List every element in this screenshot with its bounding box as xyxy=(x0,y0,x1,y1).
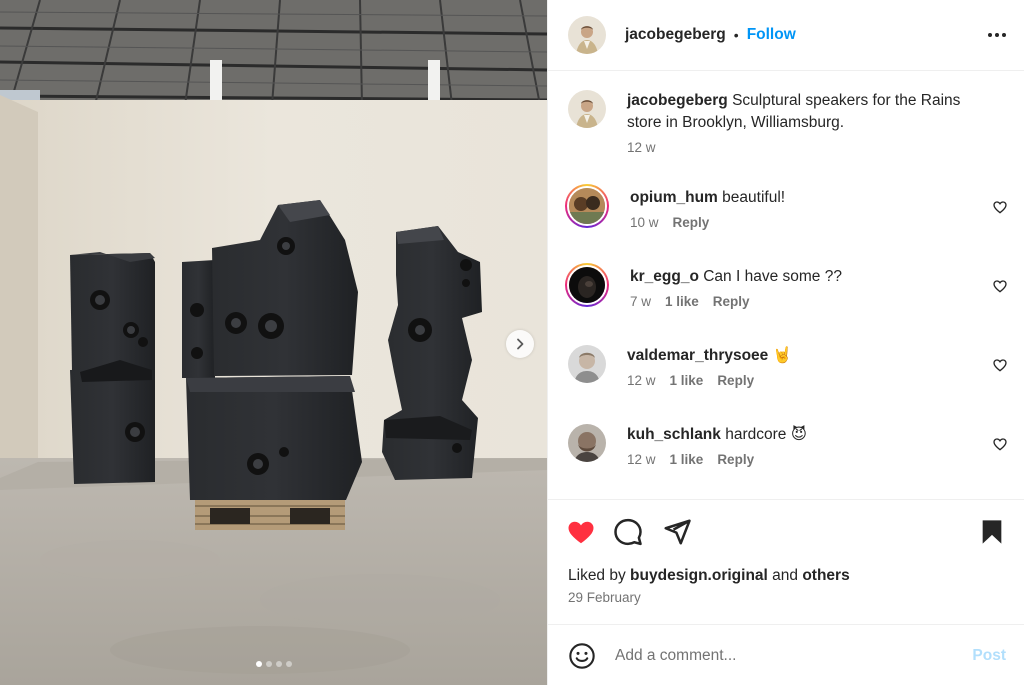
heart-outline-icon[interactable] xyxy=(992,436,1008,452)
comments-list[interactable]: jacobegeberg Sculptural speakers for the… xyxy=(548,72,1024,499)
comment-reply-button[interactable]: Reply xyxy=(673,215,710,230)
carousel-dot xyxy=(285,661,292,667)
caption-time[interactable]: 12 w xyxy=(627,140,656,155)
heart-outline-icon[interactable] xyxy=(992,357,1008,373)
comment-time[interactable]: 12 w xyxy=(627,452,656,467)
more-options-button[interactable] xyxy=(988,27,1006,43)
comment-reply-button[interactable]: Reply xyxy=(717,373,754,388)
caption-avatar[interactable] xyxy=(568,90,606,128)
post-dialog: jacobegeberg • Follow jacobegeberg Sculp… xyxy=(0,0,1024,685)
post-footer: Liked by buydesign.original and others 2… xyxy=(548,499,1024,685)
comment-item: kr_egg_o Can I have some ?? 7 w 1 like R… xyxy=(565,263,1008,309)
add-comment-bar: Post xyxy=(548,624,1024,686)
comment-item: valdemar_thrysoee 🤘 12 w 1 like Reply xyxy=(568,345,1008,388)
liked-by-text: Liked by buydesign.original and others xyxy=(568,567,850,585)
action-bar xyxy=(566,517,1006,547)
comment-time[interactable]: 12 w xyxy=(627,373,656,388)
carousel-dot xyxy=(255,661,262,667)
comment-avatar-image xyxy=(569,188,605,224)
post-date[interactable]: 29 February xyxy=(568,590,641,605)
comment-likes[interactable]: 1 like xyxy=(665,294,699,309)
heart-filled-icon[interactable] xyxy=(566,517,596,547)
author-avatar-image xyxy=(568,16,606,54)
comment-avatar[interactable] xyxy=(568,345,606,383)
comment-item: opium_hum beautiful! 10 w Reply xyxy=(565,184,1008,230)
comment-reply-button[interactable]: Reply xyxy=(717,452,754,467)
carousel-next-button[interactable] xyxy=(506,330,534,358)
caption: jacobegeberg Sculptural speakers for the… xyxy=(568,90,1008,155)
comment-icon[interactable] xyxy=(613,517,643,547)
comment-time[interactable]: 7 w xyxy=(630,294,651,309)
more-horizontal-icon xyxy=(988,33,992,37)
liked-by-user[interactable]: buydesign.original xyxy=(630,567,768,584)
comment-avatar-image xyxy=(568,345,606,383)
comment-avatar-image xyxy=(568,424,606,462)
post-header: jacobegeberg • Follow xyxy=(548,0,1024,71)
carousel-dot xyxy=(265,661,272,667)
post-media[interactable] xyxy=(0,0,547,685)
bookmark-filled-icon[interactable] xyxy=(978,517,1006,547)
caption-username[interactable]: jacobegeberg xyxy=(627,92,728,109)
comment-likes[interactable]: 1 like xyxy=(670,452,704,467)
comment-avatar[interactable] xyxy=(565,184,609,228)
add-comment-input[interactable] xyxy=(615,646,955,665)
author-avatar[interactable] xyxy=(568,16,606,54)
comment-item: kuh_schlank hardcore 😈 12 w 1 like Reply xyxy=(568,424,1008,467)
chevron-right-icon xyxy=(517,338,524,350)
liked-by-others[interactable]: others xyxy=(802,567,849,584)
post-photo xyxy=(0,0,547,685)
send-icon[interactable] xyxy=(662,517,692,547)
comment-text: beautiful! xyxy=(722,189,786,206)
comment-avatar[interactable] xyxy=(568,424,606,462)
post-comment-button[interactable]: Post xyxy=(972,647,1006,665)
carousel-indicator xyxy=(0,661,547,667)
post-side-panel: jacobegeberg • Follow jacobegeberg Sculp… xyxy=(547,0,1024,685)
follow-button[interactable]: Follow xyxy=(747,26,796,44)
comment-username[interactable]: valdemar_thrysoee xyxy=(627,347,768,364)
comment-likes[interactable]: 1 like xyxy=(670,373,704,388)
carousel-dot xyxy=(275,661,282,667)
comment-time[interactable]: 10 w xyxy=(630,215,659,230)
comment-username[interactable]: kr_egg_o xyxy=(630,268,699,285)
header-separator: • xyxy=(733,27,739,43)
liked-by-middle: and xyxy=(767,567,803,584)
comment-username[interactable]: opium_hum xyxy=(630,189,718,206)
author-username[interactable]: jacobegeberg xyxy=(625,26,726,44)
comment-text: 🤘 xyxy=(772,347,792,364)
comment-text: hardcore 😈 xyxy=(725,426,807,443)
heart-outline-icon[interactable] xyxy=(992,199,1008,215)
comment-avatar-image xyxy=(569,267,605,303)
caption-avatar-image xyxy=(568,90,606,128)
comment-username[interactable]: kuh_schlank xyxy=(627,426,721,443)
emoji-smile-icon[interactable] xyxy=(568,642,596,670)
liked-by-prefix: Liked by xyxy=(568,567,631,584)
comment-text: Can I have some ?? xyxy=(703,268,842,285)
heart-outline-icon[interactable] xyxy=(992,278,1008,294)
comment-reply-button[interactable]: Reply xyxy=(713,294,750,309)
comment-avatar[interactable] xyxy=(565,263,609,307)
